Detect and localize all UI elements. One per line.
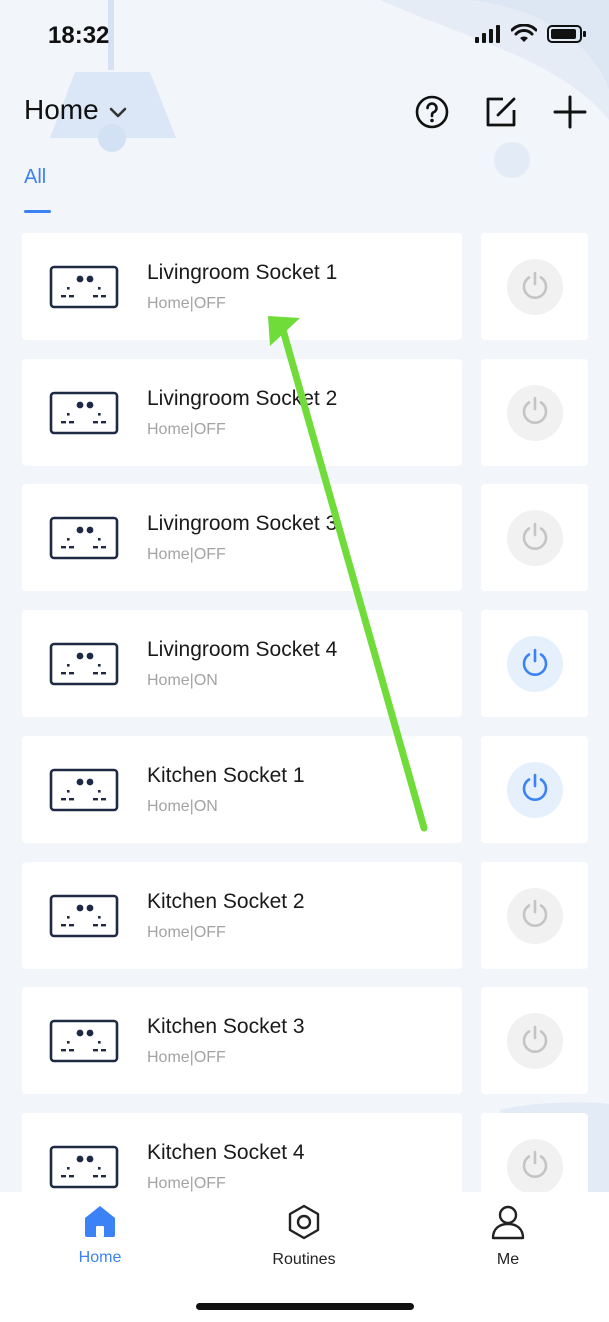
device-card[interactable]: Livingroom Socket 2 Home|OFF bbox=[22, 358, 462, 466]
socket-icon bbox=[49, 768, 119, 817]
device-card[interactable]: Livingroom Socket 1 Home|OFF bbox=[22, 233, 462, 340]
device-row: Livingroom Socket 1 Home|OFF bbox=[22, 233, 588, 340]
device-card[interactable]: Kitchen Socket 1 Home|ON bbox=[22, 735, 462, 843]
device-status: Home|ON bbox=[147, 672, 218, 690]
device-card[interactable]: Livingroom Socket 3 Home|OFF bbox=[22, 484, 462, 592]
tab-all-label: All bbox=[24, 166, 47, 188]
power-toggle-button[interactable] bbox=[507, 761, 563, 818]
power-card bbox=[481, 484, 588, 592]
tabbar-home[interactable]: Home bbox=[40, 1204, 160, 1267]
power-card bbox=[481, 735, 588, 843]
edit-icon bbox=[483, 94, 519, 135]
power-icon bbox=[519, 1148, 551, 1185]
chevron-down-icon bbox=[109, 94, 127, 126]
status-time: 18:32 bbox=[48, 22, 110, 49]
status-bar: 18:32 bbox=[0, 0, 609, 70]
add-device-button[interactable] bbox=[550, 94, 590, 134]
tabbar-routines[interactable]: Routines bbox=[244, 1204, 364, 1269]
power-card bbox=[481, 861, 588, 969]
home-indicator bbox=[196, 1303, 414, 1310]
power-icon bbox=[519, 646, 551, 683]
header: Home bbox=[0, 86, 609, 142]
socket-icon bbox=[49, 265, 119, 314]
device-status: Home|OFF bbox=[147, 420, 226, 438]
battery-icon bbox=[547, 24, 587, 49]
device-name: Kitchen Socket 2 bbox=[147, 889, 305, 913]
wifi-icon bbox=[510, 23, 538, 49]
page-title: Home bbox=[24, 94, 99, 125]
power-icon bbox=[519, 394, 551, 431]
device-name: Livingroom Socket 3 bbox=[147, 512, 338, 536]
power-toggle-button[interactable] bbox=[507, 510, 563, 567]
power-icon bbox=[519, 269, 551, 306]
socket-icon bbox=[49, 1019, 119, 1068]
device-status: Home|OFF bbox=[147, 1049, 226, 1067]
person-icon bbox=[490, 1205, 526, 1244]
signal-icon bbox=[475, 25, 501, 48]
tabbar-routines-label: Routines bbox=[272, 1251, 336, 1268]
power-icon bbox=[519, 771, 551, 808]
power-toggle-button[interactable] bbox=[507, 1013, 563, 1070]
power-card bbox=[481, 233, 588, 340]
device-name: Livingroom Socket 4 bbox=[147, 638, 338, 662]
help-button[interactable] bbox=[412, 94, 452, 134]
device-card[interactable]: Kitchen Socket 2 Home|OFF bbox=[22, 861, 462, 969]
device-status: Home|OFF bbox=[147, 1174, 226, 1192]
home-icon bbox=[82, 1206, 118, 1242]
socket-icon bbox=[49, 391, 119, 440]
power-toggle-button[interactable] bbox=[507, 636, 563, 693]
tabbar-me[interactable]: Me bbox=[448, 1204, 568, 1269]
plus-icon bbox=[552, 94, 588, 135]
device-row: Kitchen Socket 2 Home|OFF bbox=[22, 861, 588, 969]
device-card[interactable]: Livingroom Socket 4 Home|ON bbox=[22, 610, 462, 718]
home-selector[interactable]: Home bbox=[24, 94, 127, 126]
socket-icon bbox=[49, 516, 119, 565]
device-name: Livingroom Socket 1 bbox=[147, 261, 338, 284]
tabbar-home-label: Home bbox=[78, 1249, 122, 1266]
status-icons bbox=[475, 23, 587, 49]
device-status: Home|ON bbox=[147, 797, 218, 815]
power-toggle-button[interactable] bbox=[507, 259, 563, 315]
tabbar-me-label: Me bbox=[496, 1251, 520, 1268]
socket-icon bbox=[49, 894, 119, 943]
routines-icon bbox=[286, 1204, 322, 1244]
power-icon bbox=[519, 520, 551, 557]
power-card bbox=[481, 987, 588, 1095]
device-name: Kitchen Socket 1 bbox=[147, 763, 305, 787]
socket-icon bbox=[49, 642, 119, 691]
device-card[interactable]: Kitchen Socket 3 Home|OFF bbox=[22, 987, 462, 1095]
device-row: Kitchen Socket 1 Home|ON bbox=[22, 735, 588, 843]
power-card bbox=[481, 358, 588, 466]
power-toggle-button[interactable] bbox=[507, 384, 563, 441]
power-toggle-button[interactable] bbox=[507, 887, 563, 944]
device-row: Livingroom Socket 2 Home|OFF bbox=[22, 358, 588, 466]
device-status: Home|OFF bbox=[147, 295, 226, 312]
socket-icon bbox=[49, 1145, 119, 1194]
power-icon bbox=[519, 1023, 551, 1060]
device-row: Livingroom Socket 3 Home|OFF bbox=[22, 484, 588, 592]
power-icon bbox=[519, 897, 551, 934]
device-status: Home|OFF bbox=[147, 923, 226, 941]
device-row: Livingroom Socket 4 Home|ON bbox=[22, 610, 588, 718]
room-tabs: All bbox=[24, 166, 51, 213]
device-name: Kitchen Socket 3 bbox=[147, 1015, 305, 1039]
tab-active-indicator bbox=[24, 210, 51, 213]
device-name: Kitchen Socket 4 bbox=[147, 1140, 305, 1164]
tab-all[interactable]: All bbox=[24, 166, 51, 213]
device-row: Kitchen Socket 3 Home|OFF bbox=[22, 987, 588, 1095]
edit-button[interactable] bbox=[481, 94, 521, 134]
help-icon bbox=[414, 94, 450, 135]
power-card bbox=[481, 610, 588, 718]
power-toggle-button[interactable] bbox=[507, 1138, 563, 1195]
device-status: Home|OFF bbox=[147, 546, 226, 564]
device-name: Livingroom Socket 2 bbox=[147, 386, 338, 410]
